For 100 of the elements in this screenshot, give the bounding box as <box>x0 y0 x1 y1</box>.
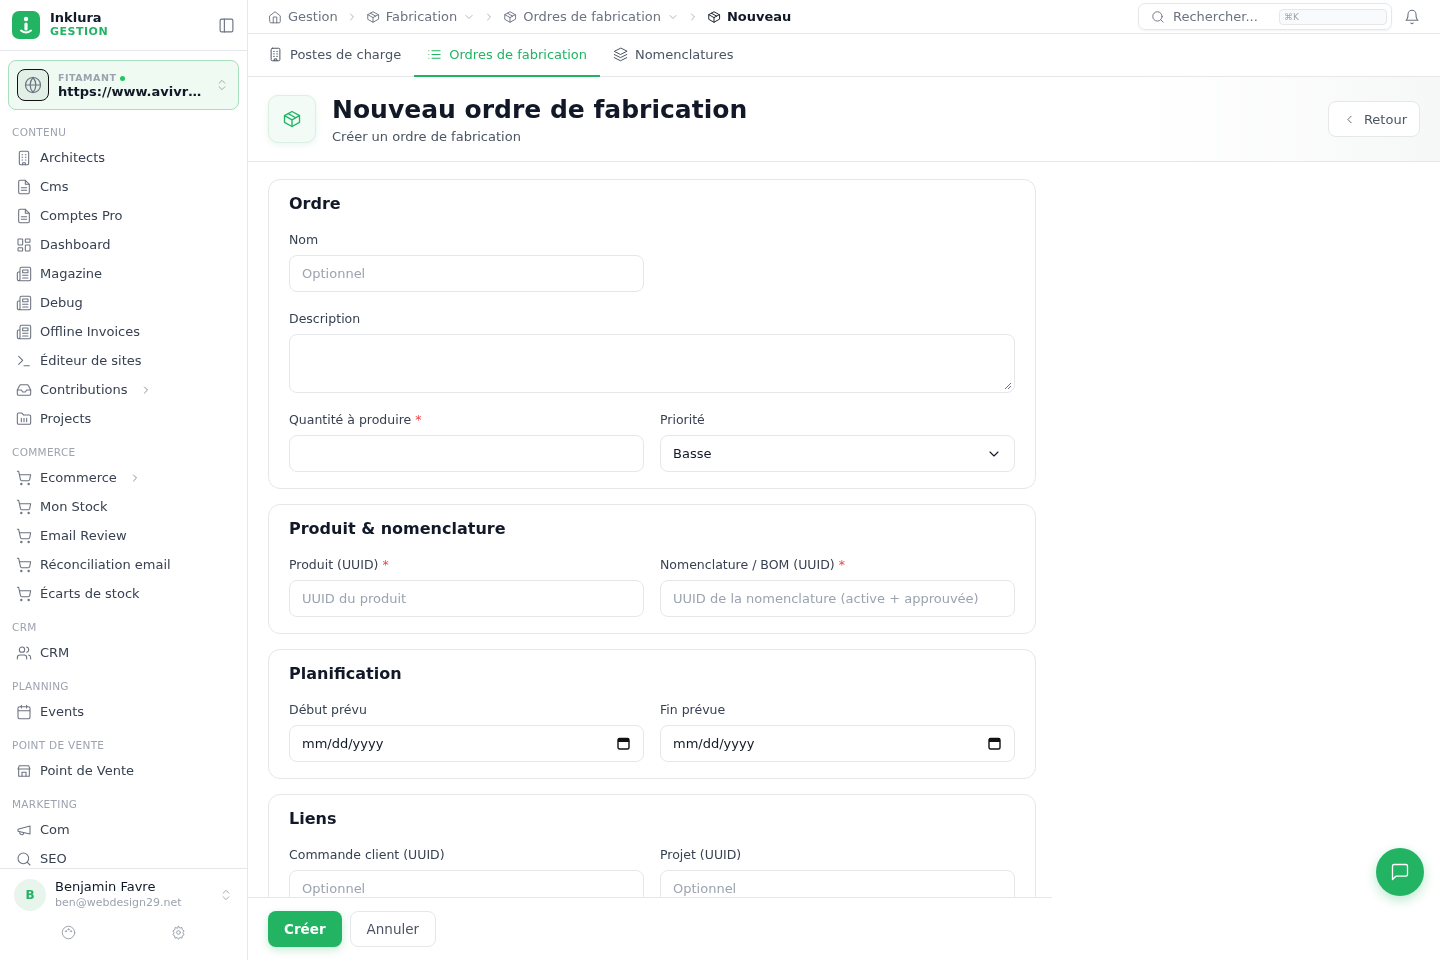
card-title: Liens <box>289 809 338 829</box>
home-icon <box>268 9 282 24</box>
nav-item[interactable]: SEO <box>0 844 247 868</box>
document-icon <box>16 207 32 224</box>
user-email: ben@webdesign29.net <box>55 895 183 911</box>
breadcrumb-link[interactable]: Nouveau <box>706 9 792 24</box>
users-icon <box>16 644 32 661</box>
nav-item[interactable]: Projects <box>0 404 247 433</box>
building-icon <box>268 47 283 62</box>
newspaper-icon <box>16 323 32 340</box>
nav-item[interactable]: CRM <box>0 638 247 667</box>
cart-icon <box>16 527 32 544</box>
section-heading: MARKETING <box>11 797 79 812</box>
chat-button[interactable] <box>1376 848 1424 896</box>
nav-item[interactable]: Offline Invoices <box>0 317 247 346</box>
field-label: Projet (UUID) <box>660 846 742 863</box>
required-mark: * <box>838 556 845 573</box>
nav-item[interactable]: Comptes Pro <box>0 201 247 230</box>
cart-icon <box>16 469 32 486</box>
field-label: Début prévu <box>289 701 367 718</box>
nav-item[interactable]: Ecommerce <box>0 463 247 492</box>
nav-item[interactable]: Mon Stock <box>0 492 247 521</box>
card-title: Produit & nomenclature <box>289 519 507 539</box>
nav-item[interactable]: Events <box>0 697 247 726</box>
search-icon <box>16 850 32 867</box>
inbox-icon <box>16 381 32 398</box>
resize-handle-icon[interactable] <box>1004 382 1012 390</box>
nav-item[interactable]: Magazine <box>0 259 247 288</box>
text-field[interactable]: Optionnel <box>660 870 1015 897</box>
nav-item[interactable]: Dashboard <box>0 230 247 259</box>
nav-item[interactable]: Debug <box>0 288 247 317</box>
panel-icon <box>218 16 235 34</box>
text-field[interactable]: UUID de la nomenclature (active + approuvée) <box>660 580 1015 617</box>
site-switcher[interactable]: FITAMANT https://www.avivr… <box>8 60 239 110</box>
card-title: Planification <box>289 664 403 684</box>
layers-icon <box>612 47 628 62</box>
package-icon <box>282 109 302 129</box>
brand-name: Inklura <box>50 11 103 25</box>
package-icon <box>503 9 518 24</box>
priority-select[interactable]: Basse <box>660 435 1015 472</box>
section-heading: POINT DE VENTE <box>11 738 106 753</box>
required-mark: * <box>382 556 389 573</box>
document-icon <box>16 178 32 195</box>
section-heading: PLANNING <box>11 679 70 694</box>
nav-item[interactable]: Cms <box>0 172 247 201</box>
search-field[interactable]: Rechercher... ⌘K <box>1138 3 1392 30</box>
page-subtitle: Créer un ordre de fabrication <box>332 128 522 144</box>
text-field[interactable]: UUID du produit <box>289 580 644 617</box>
newspaper-icon <box>16 294 32 311</box>
text-field[interactable]: Optionnel <box>289 255 644 292</box>
field-label: Description <box>289 310 361 327</box>
calendar-icon[interactable] <box>988 737 1001 750</box>
tab[interactable]: Postes de charge <box>268 34 415 77</box>
breadcrumb-link[interactable]: Gestion <box>268 9 338 24</box>
text-field[interactable]: Optionnel <box>289 870 644 897</box>
tab[interactable]: Nomenclatures <box>599 34 747 77</box>
newspaper-icon <box>16 265 32 282</box>
calendar-icon[interactable] <box>617 737 630 750</box>
folder-icon <box>16 410 32 427</box>
field-label: Quantité à produire <box>289 411 412 428</box>
logo-icon <box>12 11 40 39</box>
building-icon <box>16 149 32 166</box>
breadcrumb-link[interactable]: Fabrication <box>365 9 458 24</box>
sidebar-toggle-button[interactable] <box>218 16 235 34</box>
package-icon <box>706 9 721 24</box>
user-avatar: B <box>14 879 46 911</box>
cart-icon <box>16 498 32 515</box>
nav-item[interactable]: Réconciliation email <box>0 550 247 579</box>
globe-icon <box>24 76 42 94</box>
date-field[interactable]: mm/dd/yyyy <box>289 725 644 762</box>
nav-item[interactable]: Email Review <box>0 521 247 550</box>
nav-item[interactable]: Contributions <box>0 375 247 404</box>
nav-item[interactable]: Écarts de stock <box>0 579 247 608</box>
bell-icon[interactable] <box>1404 8 1420 25</box>
cart-icon <box>16 585 32 602</box>
shortcut-hint: ⌘K <box>1279 8 1387 25</box>
site-label: FITAMANT <box>58 71 117 85</box>
field-label: Nomenclature / BOM (UUID) <box>660 556 835 573</box>
settings-icon[interactable] <box>170 925 186 940</box>
dashboard-icon <box>16 236 32 253</box>
section-heading: CRM <box>11 620 38 635</box>
text-field[interactable] <box>289 435 644 472</box>
cancel-button[interactable]: Annuler <box>349 911 437 947</box>
palette-icon[interactable] <box>61 925 77 940</box>
nav-item[interactable]: Point de Vente <box>0 756 247 785</box>
nav-item[interactable]: Éditeur de sites <box>0 346 247 375</box>
brand-tagline: GESTION <box>50 25 110 39</box>
required-mark: * <box>415 411 422 428</box>
section-heading: COMMERCE <box>11 445 77 460</box>
textarea-field[interactable] <box>289 334 1015 393</box>
breadcrumb-link[interactable]: Ordres de fabrication <box>503 9 661 24</box>
nav-item[interactable]: Architects <box>0 143 247 172</box>
nav-item[interactable]: Com <box>0 815 247 844</box>
package-icon <box>365 9 380 24</box>
page-title: Nouveau ordre de fabrication <box>332 94 749 125</box>
date-field[interactable]: mm/dd/yyyy <box>660 725 1015 762</box>
search-icon <box>1151 9 1165 24</box>
chat-icon <box>1390 862 1410 882</box>
back-button[interactable]: Retour <box>1327 101 1420 137</box>
cart-icon <box>16 556 32 573</box>
